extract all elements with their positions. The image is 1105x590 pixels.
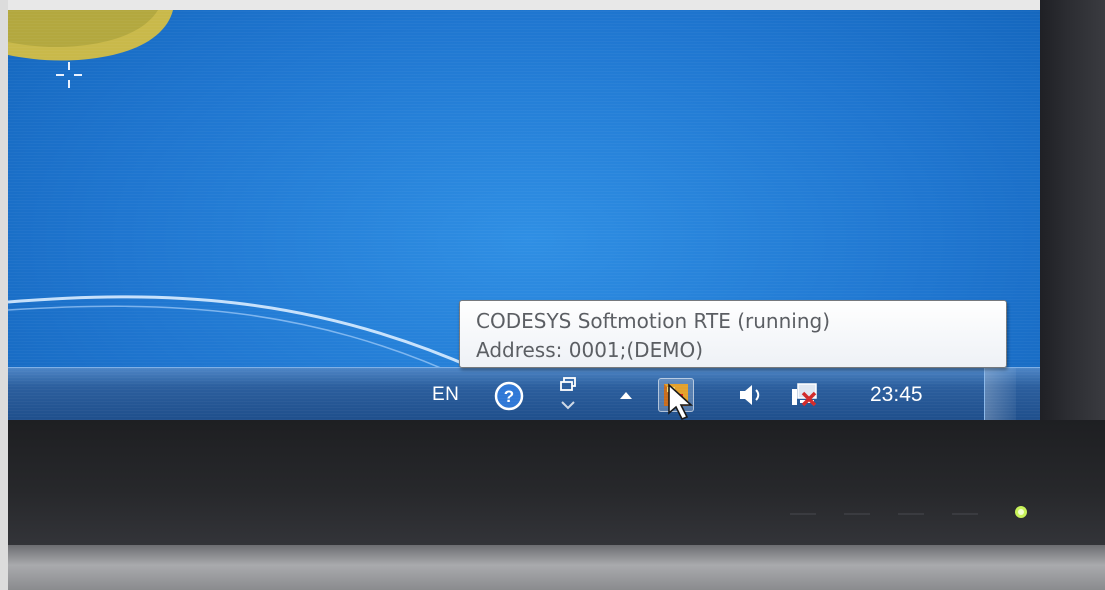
network-disconnected-icon[interactable] xyxy=(788,380,822,410)
monitor-bezel-right xyxy=(1040,0,1105,420)
power-led-icon xyxy=(1015,506,1027,518)
mouse-pointer-icon xyxy=(668,383,694,421)
svg-text:?: ? xyxy=(504,387,514,406)
show-hidden-icons-icon[interactable] xyxy=(618,388,634,402)
help-icon[interactable]: ? xyxy=(494,381,524,411)
desktop-shortcut-icon[interactable] xyxy=(8,10,178,70)
codesys-status-tooltip: CODESYS Softmotion RTE (running) Address… xyxy=(459,300,1007,368)
taskbar: EN ? 23:45 xyxy=(8,367,1040,420)
tooltip-title: CODESYS Softmotion RTE (running) xyxy=(476,309,830,333)
show-desktop-button[interactable] xyxy=(984,368,1016,420)
volume-icon[interactable] xyxy=(734,382,768,408)
network-arrows-icon[interactable] xyxy=(558,376,580,412)
desktop-screen: EN ? 23:45 CODESYS Softmotion RTE (runni… xyxy=(8,10,1040,420)
monitor-bezel-bottom xyxy=(8,420,1105,550)
monitor-stand-glare xyxy=(8,545,1105,590)
wallpaper-swoosh xyxy=(8,295,478,380)
system-clock[interactable]: 23:45 xyxy=(870,383,923,407)
busy-cursor-icon xyxy=(56,62,82,88)
monitor-bezel-markings xyxy=(790,505,990,525)
language-indicator[interactable]: EN xyxy=(432,384,459,406)
photo-frame-top xyxy=(0,0,1105,10)
photo-frame-left xyxy=(0,0,8,590)
tooltip-address: Address: 0001;(DEMO) xyxy=(476,338,704,362)
